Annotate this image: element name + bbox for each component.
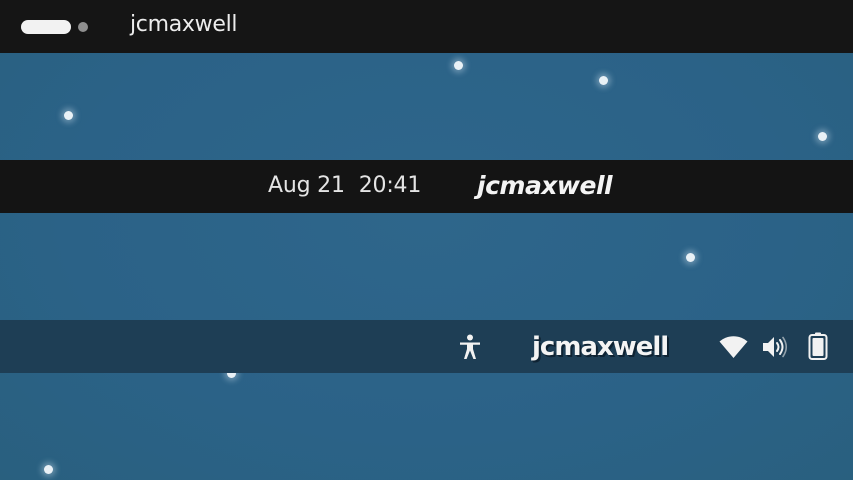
clock-panel: Aug 21 20:41 jcmaxwell [0,160,853,213]
wallpaper-star [64,111,73,120]
date-time-display[interactable]: Aug 21 20:41 [268,173,421,198]
wallpaper-star [599,76,608,85]
user-label: jcmaxwell [477,171,613,200]
desktop-wallpaper [0,0,853,480]
status-panel: jcmaxwell [0,320,853,373]
wallpaper-star [44,465,53,474]
wallpaper-star [454,61,463,70]
user-menu-label[interactable]: jcmaxwell [532,332,669,362]
wifi-icon[interactable] [719,335,748,359]
accessibility-icon[interactable] [458,334,482,360]
workspace-indicator[interactable] [78,22,88,32]
panel-title: jcmaxwell [130,12,238,37]
battery-icon[interactable] [808,332,828,360]
wallpaper-star [818,132,827,141]
wallpaper-star [686,253,695,262]
time-label: 20:41 [358,173,422,198]
volume-icon[interactable] [762,335,790,359]
top-panel: jcmaxwell [0,0,853,53]
activities-button[interactable] [21,20,71,34]
date-label: Aug 21 [268,173,345,198]
